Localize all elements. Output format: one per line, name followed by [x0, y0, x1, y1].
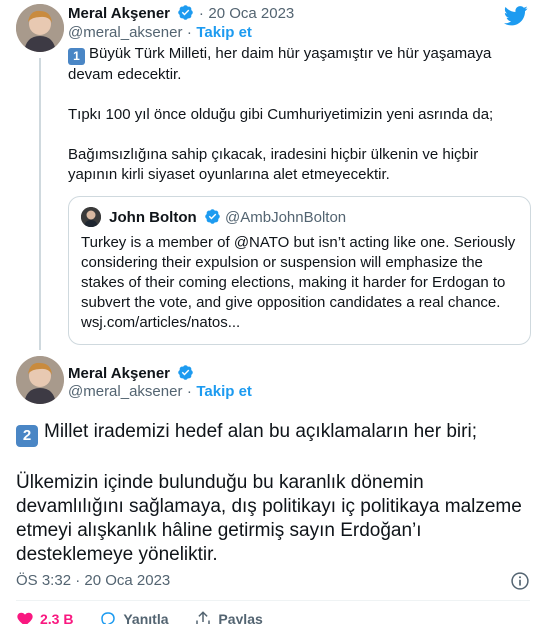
tweet2-header: Meral Akşener	[68, 364, 194, 383]
tweet1-line-2: Tıpkı 100 yıl önce olduğu gibi Cumhuriye…	[68, 106, 494, 123]
avatar-image	[16, 4, 64, 52]
avatar-meral-aksener[interactable]	[16, 4, 64, 52]
tweet-actions-bar: 2,3 B Yanıtla Paylaş	[16, 610, 285, 624]
tweet2-handle[interactable]: @meral_aksener	[68, 383, 182, 400]
verified-badge-icon	[205, 209, 220, 224]
tweet1-body: 1 Büyük Türk Milleti, her daim hür yaşamı…	[68, 44, 530, 185]
tweet2-line-1-text: Millet irademizi hedef alan bu açıklamal…	[44, 421, 477, 442]
avatar-image	[16, 356, 64, 404]
reply-label: Yanıtla	[123, 611, 169, 624]
tweet2-line-2: Ülkemizin içinde bulunduğu bu karanlık d…	[16, 472, 522, 565]
tweet2-body: 2 Millet irademizi hedef alan bu açıklama…	[16, 420, 536, 567]
quoted-avatar-image	[81, 207, 101, 227]
quoted-author-name: John Bolton	[109, 209, 197, 226]
reply-button[interactable]: Yanıtla	[99, 610, 169, 624]
tweet1-line-1-text: Büyük Türk Milleti, her daim hür yaşamış…	[68, 45, 492, 83]
avatar-meral-aksener-2[interactable]	[16, 356, 64, 404]
quoted-tweet-card[interactable]: John Bolton @AmbJohnBolton Turkey is a m…	[68, 196, 531, 345]
thread-connector-line	[39, 58, 41, 350]
tweet1-line-3: Bağımsızlığına sahip çıkacak, iradesini …	[68, 146, 479, 183]
tweet2-subheader: @meral_aksener · Takip et	[68, 383, 252, 401]
tweet2-line-1: 2 Millet irademizi hedef alan bu açıklama…	[16, 420, 536, 447]
share-button[interactable]: Paylaş	[194, 610, 263, 624]
tweet1-header: Meral Akşener · 20 Oca 2023	[68, 4, 294, 23]
tweet1-handle[interactable]: @meral_aksener	[68, 24, 182, 41]
reply-icon	[101, 612, 116, 624]
share-icon	[196, 611, 211, 624]
tweet2-author-name[interactable]: Meral Akşener	[68, 365, 170, 382]
tweet1-follow-button[interactable]: Takip et	[196, 24, 252, 41]
verified-badge-icon	[178, 5, 194, 20]
tweet1-separator: ·	[198, 5, 204, 22]
actions-divider	[16, 600, 530, 601]
share-label: Paylaş	[218, 611, 263, 624]
like-count: 2,3 B	[40, 611, 74, 624]
tweet1-handle-separator: ·	[186, 24, 192, 41]
quoted-tweet-text: Turkey is a member of @NATO but isn’t ac…	[81, 234, 516, 331]
tweet1-author-name[interactable]: Meral Akşener	[68, 5, 170, 22]
tweet2-timestamp[interactable]: ÖS 3:32 · 20 Oca 2023	[16, 572, 170, 589]
tweet1-line-1: 1 Büyük Türk Milleti, her daim hür yaşamı…	[68, 44, 530, 85]
heart-icon	[17, 612, 33, 624]
tweet2-follow-button[interactable]: Takip et	[196, 383, 252, 400]
twitter-bird-icon[interactable]	[504, 6, 528, 26]
like-button[interactable]: 2,3 B	[16, 610, 73, 624]
quoted-tweet-header: John Bolton @AmbJohnBolton	[81, 207, 518, 229]
info-icon[interactable]	[510, 571, 530, 591]
tweet1-date[interactable]: 20 Oca 2023	[208, 5, 294, 22]
quoted-author-avatar	[81, 207, 101, 227]
verified-badge-icon	[178, 365, 194, 380]
keycap-two-icon: 2	[16, 425, 38, 447]
quoted-author-handle: @AmbJohnBolton	[225, 209, 347, 226]
keycap-one-icon: 1	[68, 48, 85, 65]
tweet2-handle-separator: ·	[186, 383, 192, 400]
tweet1-subheader: @meral_aksener · Takip et	[68, 24, 252, 42]
